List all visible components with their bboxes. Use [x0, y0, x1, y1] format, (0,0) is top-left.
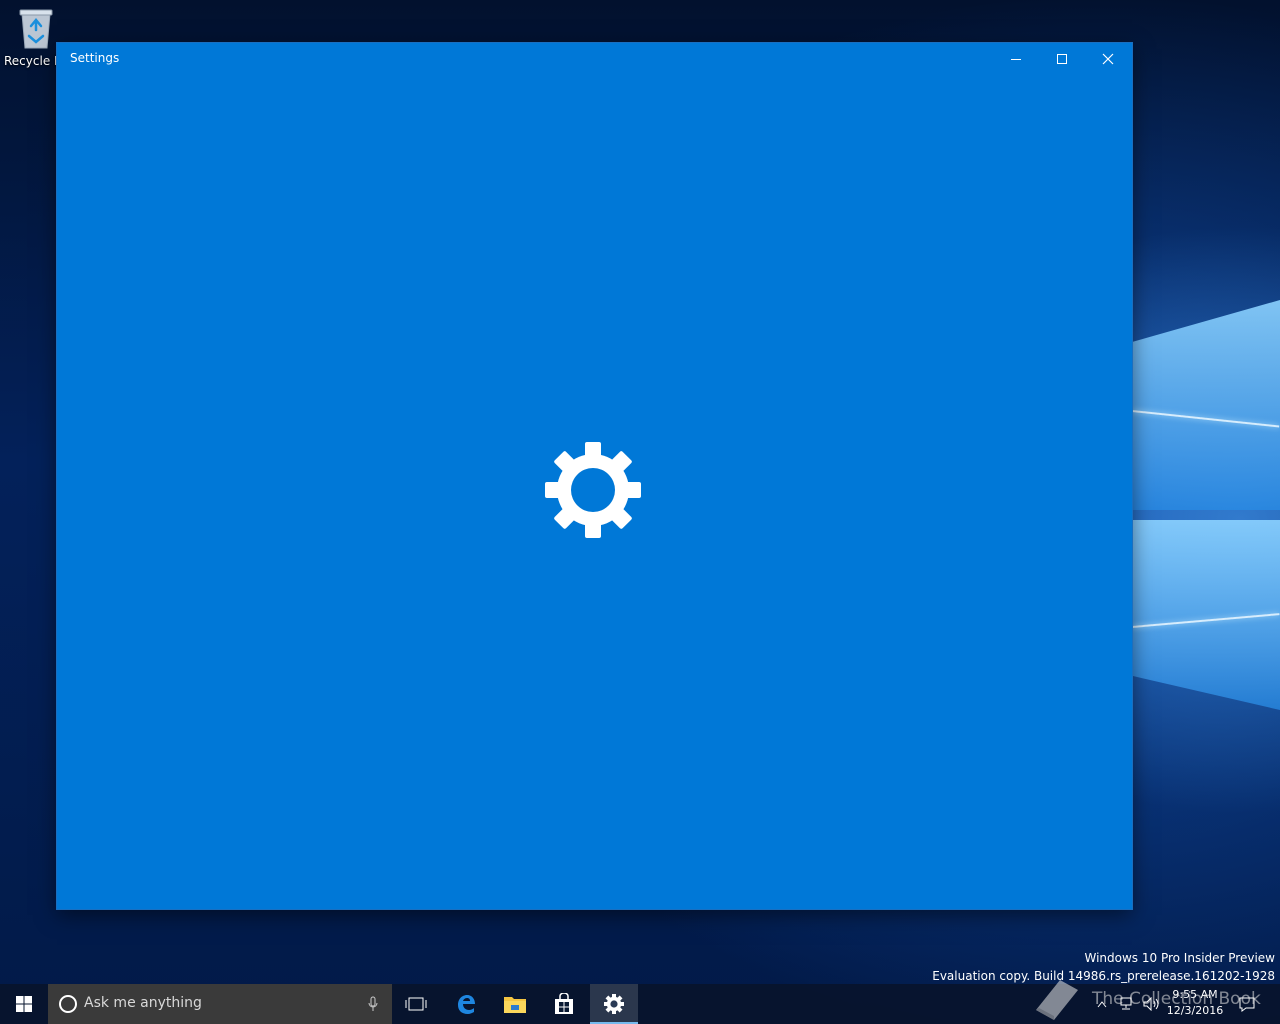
folder-icon: [504, 997, 526, 1013]
build-watermark: Windows 10 Pro Insider Preview Evaluatio…: [932, 949, 1275, 985]
search-box[interactable]: Ask me anything: [48, 984, 392, 1024]
settings-window[interactable]: Settings: [57, 43, 1132, 909]
minimize-button[interactable]: [993, 43, 1039, 75]
task-view-button[interactable]: [392, 984, 440, 1024]
close-button[interactable]: [1085, 43, 1131, 75]
volume-button[interactable]: [1140, 984, 1164, 1024]
edge-icon: [458, 995, 475, 1014]
recycle-bin-icon: [18, 6, 54, 50]
action-center-button[interactable]: [1232, 984, 1262, 1024]
chevron-up-icon: [1097, 1001, 1107, 1008]
store-button[interactable]: [540, 984, 588, 1024]
minimize-icon: [1011, 59, 1021, 60]
window-title: Settings: [70, 51, 120, 65]
watermark-build: Evaluation copy. Build 14986.rs_prerelea…: [932, 969, 1275, 983]
clock-date: 12/3/2016: [1166, 1004, 1224, 1017]
maximize-icon: [1057, 54, 1067, 64]
show-hidden-icons-button[interactable]: [1092, 984, 1112, 1024]
maximize-button[interactable]: [1039, 43, 1085, 75]
file-explorer-button[interactable]: [491, 984, 539, 1024]
title-bar[interactable]: Settings: [57, 43, 1132, 75]
search-placeholder: Ask me anything: [84, 995, 202, 1011]
splash-gear-icon: [543, 440, 643, 540]
close-icon: [1102, 53, 1114, 65]
desktop-logo-pane: [1132, 300, 1280, 510]
microphone-icon[interactable]: [368, 996, 378, 1016]
task-view-icon: [405, 997, 427, 1011]
gear-icon: [604, 994, 624, 1014]
action-center-icon: [1239, 997, 1255, 1012]
settings-taskbar-button[interactable]: [590, 984, 638, 1024]
watermark-edition: Windows 10 Pro Insider Preview: [1084, 951, 1275, 965]
cortana-icon: [59, 995, 77, 1013]
volume-icon: [1143, 997, 1159, 1011]
network-button[interactable]: [1114, 984, 1138, 1024]
taskbar: Ask me anything 9:55 AM 12/3/2016: [0, 984, 1280, 1024]
edge-button[interactable]: [442, 984, 490, 1024]
clock-time: 9:55 AM: [1172, 988, 1218, 1001]
store-icon: [555, 993, 573, 1014]
clock[interactable]: 9:55 AM 12/3/2016: [1164, 987, 1226, 1019]
network-icon: [1120, 997, 1132, 1010]
start-button[interactable]: [0, 984, 48, 1024]
windows-logo-icon: [16, 996, 32, 1012]
